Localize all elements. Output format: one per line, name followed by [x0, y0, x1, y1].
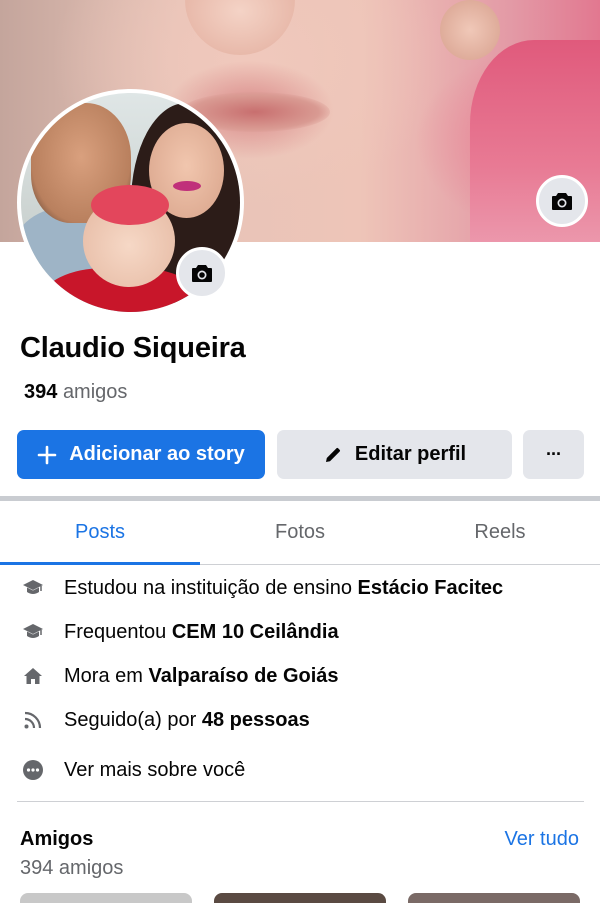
add-to-story-label: Adicionar ao story [69, 443, 245, 465]
more-options-button[interactable]: ··· [523, 430, 584, 479]
friends-section-count: 394 amigos [20, 857, 124, 879]
add-to-story-button[interactable]: Adicionar ao story [17, 430, 265, 479]
detail-value[interactable]: Valparaíso de Goiás [148, 665, 338, 688]
camera-icon [552, 193, 572, 210]
friend-thumbnail[interactable] [20, 893, 192, 903]
graduation-cap-icon [18, 579, 48, 597]
home-icon [18, 666, 48, 686]
detail-text: Frequentou [64, 620, 172, 643]
pencil-icon [323, 445, 343, 465]
friends-count[interactable]: 394 amigos [24, 381, 127, 404]
edit-profile-label: Editar perfil [354, 443, 467, 465]
see-more-about-you[interactable]: Ver mais sobre você [0, 754, 600, 786]
cover-photo-detail [440, 0, 500, 60]
edit-cover-camera-button[interactable] [536, 175, 588, 227]
detail-school: Frequentou CEM 10 Ceilândia [0, 616, 600, 648]
graduation-cap-icon [18, 623, 48, 641]
profile-tabs: Posts Fotos Reels [0, 501, 600, 565]
detail-value[interactable]: Estácio Facitec [358, 577, 504, 600]
friend-thumbnail[interactable] [214, 893, 386, 903]
see-more-label: Ver mais sobre você [64, 758, 246, 781]
detail-text: Seguido(a) por [64, 708, 202, 731]
more-dots-label: ··· [546, 444, 562, 464]
followers-feed-icon [18, 710, 48, 730]
edit-profile-button[interactable]: Editar perfil [277, 430, 512, 479]
tab-posts[interactable]: Posts [0, 501, 200, 565]
see-all-friends-link[interactable]: Ver tudo [504, 828, 579, 851]
detail-lives-in: Mora em Valparaíso de Goiás [0, 660, 600, 692]
section-divider [17, 801, 584, 802]
tab-reels[interactable]: Reels [400, 501, 600, 564]
edit-profile-picture-camera-button[interactable] [176, 247, 228, 299]
friends-number: 394 [24, 381, 58, 403]
detail-text: Estudou na instituição de ensino [64, 576, 358, 599]
friends-label: amigos [62, 381, 128, 403]
detail-value[interactable]: CEM 10 Ceilândia [172, 621, 339, 644]
avatar-detail [91, 185, 169, 225]
camera-icon [192, 265, 212, 282]
cover-photo-detail [185, 0, 295, 55]
tab-photos[interactable]: Fotos [200, 501, 400, 564]
friends-section-title: Amigos [20, 828, 94, 850]
plus-icon [37, 445, 57, 465]
avatar-detail [173, 181, 201, 191]
detail-value[interactable]: 48 pessoas [202, 709, 310, 732]
detail-education: Estudou na instituição de ensino Estácio… [0, 572, 600, 604]
profile-name: Claudio Siqueira [20, 332, 246, 364]
more-dots-icon [18, 759, 48, 781]
detail-followers: Seguido(a) por 48 pessoas [0, 704, 600, 736]
friend-thumbnail[interactable] [408, 893, 580, 903]
detail-text: Mora em [64, 664, 149, 687]
